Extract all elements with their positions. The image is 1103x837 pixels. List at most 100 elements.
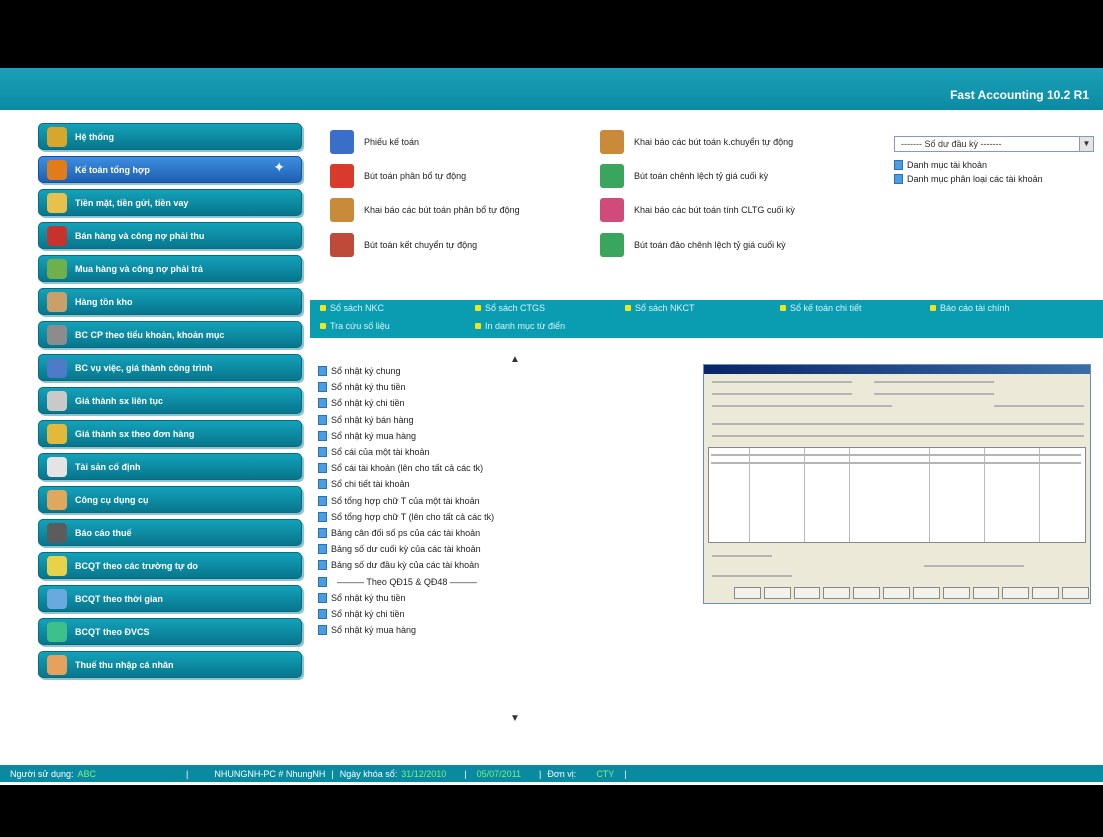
tab-0[interactable]: Sổ sách NKC xyxy=(320,303,384,313)
report-item-2[interactable]: Sổ nhật ký chi tiền xyxy=(318,395,578,411)
function-label: Bút toán chênh lệch tỷ giá cuối kỳ xyxy=(634,171,769,181)
menu-item-10[interactable]: Tài sản cố định xyxy=(38,453,302,480)
scroll-down-icon[interactable]: ▼ xyxy=(510,713,520,724)
function-icon xyxy=(330,198,354,222)
report-item-0[interactable]: Sổ nhật ký chung xyxy=(318,363,578,379)
report-icon xyxy=(318,592,327,603)
report-item-6[interactable]: Sổ cái tài khoản (lên cho tất cả các tk) xyxy=(318,460,578,476)
module-icon xyxy=(47,258,67,279)
function-label: Bút toán đảo chênh lệch tỷ giá cuối kỳ xyxy=(634,240,786,250)
link-account-list[interactable]: Danh mục tài khoản xyxy=(894,160,987,170)
menu-item-6[interactable]: BC CP theo tiểu khoản, khoản mục xyxy=(38,321,302,348)
link-label: Danh mục tài khoản xyxy=(907,160,988,170)
report-item-14[interactable]: Sổ nhật ký thu tiền xyxy=(318,590,578,606)
menu-item-0[interactable]: Hệ thống xyxy=(38,123,302,150)
app-window: Fast Accounting 10.2 R1 Hệ thống Kế toán … xyxy=(0,68,1103,785)
report-item-3[interactable]: Sổ nhật ký bán hàng xyxy=(318,412,578,428)
report-item-11[interactable]: Bảng số dư cuối kỳ của các tài khoản xyxy=(318,541,578,557)
module-icon xyxy=(47,357,67,378)
report-label: Sổ nhật ký chi tiền xyxy=(331,608,405,619)
report-item-5[interactable]: Sổ cái của một tài khoản xyxy=(318,444,578,460)
opening-balance-dropdown[interactable]: ------- Số dư đầu kỳ ------- ▼ xyxy=(894,136,1094,152)
report-item-15[interactable]: Sổ nhật ký chi tiền xyxy=(318,606,578,622)
bullet-icon xyxy=(475,305,481,311)
tab-2[interactable]: Sổ sách NKCT xyxy=(625,303,695,313)
status-bar: Người sử dụng: ABC | NHUNGNH-PC # NhungN… xyxy=(0,765,1103,782)
module-menu: Hệ thống Kế toán tổng hợp ✦ Tiền mặt, tiền … xyxy=(38,123,302,684)
menu-item-8[interactable]: Giá thành sx liên tục xyxy=(38,387,302,414)
tab-label: Sổ sách NKC xyxy=(330,303,385,313)
tab-label: Báo cáo tài chính xyxy=(940,303,1010,313)
function-1[interactable]: Bút toán phân bổ tự động xyxy=(330,164,466,188)
report-item-16[interactable]: Sổ nhật ký mua hàng xyxy=(318,622,578,638)
module-icon xyxy=(47,423,67,444)
function-0[interactable]: Phiếu kế toán xyxy=(330,130,419,154)
menu-item-label: Hệ thống xyxy=(75,131,114,142)
bullet-icon xyxy=(320,305,326,311)
menu-item-label: Báo cáo thuế xyxy=(75,527,132,538)
menu-item-label: BC vụ việc, giá thành công trình xyxy=(75,362,213,373)
function-label: Phiếu kế toán xyxy=(364,137,420,147)
report-item-8[interactable]: Sổ tổng hợp chữ T của một tài khoản xyxy=(318,493,578,509)
report-item-9[interactable]: Sổ tổng hợp chữ T (lên cho tất cả các tk… xyxy=(318,509,578,525)
link-label: Danh mục phân loại các tài khoản xyxy=(907,174,1043,184)
report-icon xyxy=(318,527,327,538)
function-icon xyxy=(330,164,354,188)
menu-item-7[interactable]: BC vụ việc, giá thành công trình xyxy=(38,354,302,381)
function-icon xyxy=(600,233,624,257)
menu-item-2[interactable]: Tiền mặt, tiền gửi, tiền vay xyxy=(38,189,302,216)
menu-item-13[interactable]: BCQT theo các trường tự do xyxy=(38,552,302,579)
report-item-12[interactable]: Bảng số dư đầu kỳ của các tài khoản xyxy=(318,557,578,573)
function-icon xyxy=(600,198,624,222)
link-account-classification[interactable]: Danh mục phân loại các tài khoản xyxy=(894,174,1043,184)
menu-item-9[interactable]: Giá thành sx theo đơn hàng xyxy=(38,420,302,447)
preview-buttons xyxy=(734,587,1089,599)
menu-item-11[interactable]: Công cụ dụng cụ xyxy=(38,486,302,513)
tab-5[interactable]: Tra cứu số liệu xyxy=(320,321,390,331)
function-4[interactable]: Khai báo các bút toán k.chuyển tự động xyxy=(600,130,793,154)
function-label: Khai báo các bút toán tính CLTG cuối kỳ xyxy=(634,205,795,215)
menu-item-label: Bán hàng và công nợ phải thu xyxy=(75,230,205,241)
status-lock-date: 31/12/2010 xyxy=(401,768,447,779)
module-icon xyxy=(47,588,67,609)
tab-1[interactable]: Sổ sách CTGS xyxy=(475,303,545,313)
chevron-down-icon[interactable]: ▼ xyxy=(1079,137,1093,151)
app-title: Fast Accounting 10.2 R1 xyxy=(950,88,1089,102)
function-panel: Phiếu kế toán Bút toán phân bổ tự động Kha… xyxy=(330,126,870,266)
report-item-7[interactable]: Sổ chi tiết tài khoản xyxy=(318,476,578,492)
report-item-4[interactable]: Sổ nhật ký mua hàng xyxy=(318,428,578,444)
menu-item-label: Giá thành sx theo đơn hàng xyxy=(75,428,195,439)
menu-item-15[interactable]: BCQT theo ĐVCS xyxy=(38,618,302,645)
menu-item-12[interactable]: Báo cáo thuế xyxy=(38,519,302,546)
report-item-13[interactable]: ——— Theo QĐ15 & QĐ48 ——— xyxy=(318,573,578,589)
menu-item-5[interactable]: Hàng tồn kho xyxy=(38,288,302,315)
function-6[interactable]: Khai báo các bút toán tính CLTG cuối kỳ xyxy=(600,198,795,222)
menu-item-1[interactable]: Kế toán tổng hợp ✦ xyxy=(38,156,302,183)
report-label: Sổ nhật ký mua hàng xyxy=(331,430,417,441)
menu-item-3[interactable]: Bán hàng và công nợ phải thu xyxy=(38,222,302,249)
report-icon xyxy=(318,544,327,555)
function-7[interactable]: Bút toán đảo chênh lệch tỷ giá cuối kỳ xyxy=(600,233,786,257)
report-label: Sổ cái tài khoản (lên cho tất cả các tk) xyxy=(331,463,484,474)
report-icon xyxy=(318,398,327,409)
menu-item-4[interactable]: Mua hàng và công nợ phải trả xyxy=(38,255,302,282)
status-unit: CTY xyxy=(596,768,615,779)
function-5[interactable]: Bút toán chênh lệch tỷ giá cuối kỳ xyxy=(600,164,768,188)
tab-3[interactable]: Sổ kế toán chi tiết xyxy=(780,303,862,313)
tab-6[interactable]: In danh mục từ điển xyxy=(475,321,565,331)
tab-label: Sổ sách NKCT xyxy=(635,303,695,313)
report-icon xyxy=(318,495,327,506)
function-3[interactable]: Bút toán kết chuyển tự động xyxy=(330,233,477,257)
report-item-10[interactable]: Bảng cân đối số ps của các tài khoản xyxy=(318,525,578,541)
function-2[interactable]: Khai báo các bút toán phân bổ tự động xyxy=(330,198,520,222)
module-icon xyxy=(47,621,67,642)
tab-label: In danh mục từ điển xyxy=(485,321,566,331)
menu-item-16[interactable]: Thuế thu nhập cá nhân xyxy=(38,651,302,678)
menu-item-14[interactable]: BCQT theo thời gian xyxy=(38,585,302,612)
module-icon xyxy=(47,456,67,477)
function-icon xyxy=(330,233,354,257)
report-icon xyxy=(318,511,327,522)
report-item-1[interactable]: Sổ nhật ký thu tiền xyxy=(318,379,578,395)
tab-4[interactable]: Báo cáo tài chính xyxy=(930,303,1010,313)
bullet-icon xyxy=(780,305,786,311)
